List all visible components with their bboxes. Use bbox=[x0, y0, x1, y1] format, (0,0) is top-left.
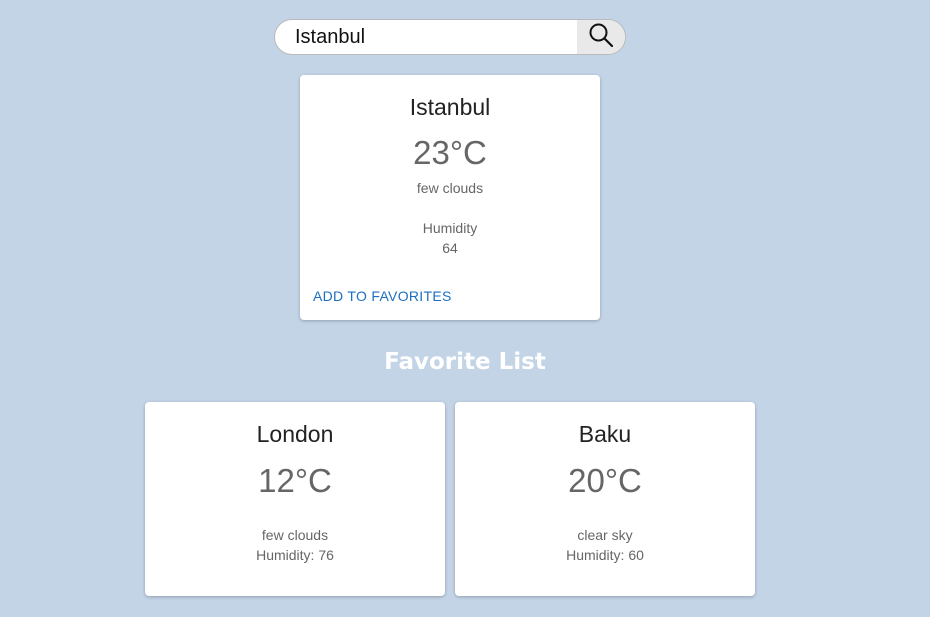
humidity-value: 64 bbox=[442, 240, 458, 256]
search-input[interactable] bbox=[275, 20, 577, 54]
city-name: Baku bbox=[578, 421, 632, 447]
weather-description: few clouds bbox=[261, 527, 329, 543]
humidity: Humidity: 60 bbox=[566, 547, 644, 563]
favorite-card-baku[interactable]: Baku 20°C clear sky Humidity: 60 bbox=[455, 402, 755, 596]
temperature: 23°C bbox=[413, 134, 487, 171]
temperature: 20°C bbox=[568, 462, 642, 499]
search-icon bbox=[588, 22, 614, 53]
current-weather-card: Istanbul 23°C few clouds Humidity 64 ADD… bbox=[300, 75, 600, 320]
weather-description: clear sky bbox=[577, 527, 633, 543]
search-button[interactable] bbox=[577, 20, 625, 54]
city-name: London bbox=[256, 421, 334, 447]
search-bar bbox=[274, 19, 626, 55]
favorite-list-title: Favorite List bbox=[384, 349, 546, 375]
humidity-label: Humidity bbox=[422, 220, 478, 236]
humidity: Humidity: 76 bbox=[256, 547, 334, 563]
weather-description: few clouds bbox=[416, 180, 484, 196]
add-to-favorites-button[interactable]: ADD TO FAVORITES bbox=[313, 288, 452, 304]
favorite-card-london[interactable]: London 12°C few clouds Humidity: 76 bbox=[145, 402, 445, 596]
temperature: 12°C bbox=[258, 462, 332, 499]
city-name: Istanbul bbox=[409, 94, 491, 120]
